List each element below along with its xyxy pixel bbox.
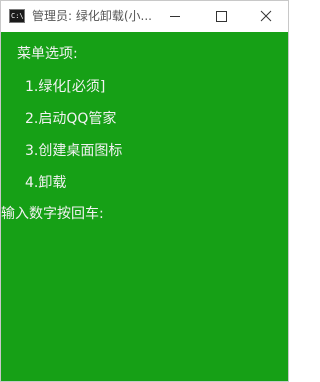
maximize-button[interactable] — [198, 1, 244, 31]
console-output[interactable]: 菜单选项: 1.绿化[必须] 2.启动QQ管家 3.创建桌面图标 4.卸载 输入… — [1, 32, 288, 381]
menu-option-1: 1.绿化[必须] — [25, 79, 106, 95]
console-window: C:\ 管理员: 绿化卸载(小... 菜单选项: 1.绿化[必须] 2.启动QQ… — [0, 0, 289, 382]
title-bar[interactable]: C:\ 管理员: 绿化卸载(小... — [1, 1, 288, 32]
menu-header: 菜单选项: — [17, 46, 78, 62]
minimize-button[interactable] — [152, 1, 198, 31]
app-icon-label: C:\ — [11, 12, 24, 20]
menu-option-4: 4.卸载 — [25, 175, 67, 191]
input-prompt: 输入数字按回车: — [1, 206, 104, 222]
menu-option-3: 3.创建桌面图标 — [25, 143, 123, 159]
menu-option-2: 2.启动QQ管家 — [25, 111, 117, 127]
console-app-icon[interactable]: C:\ — [9, 9, 25, 23]
close-button[interactable] — [243, 1, 288, 31]
maximize-icon — [216, 11, 227, 22]
minimize-icon — [170, 16, 180, 17]
close-icon — [260, 10, 272, 22]
window-title: 管理员: 绿化卸载(小... — [32, 9, 152, 23]
